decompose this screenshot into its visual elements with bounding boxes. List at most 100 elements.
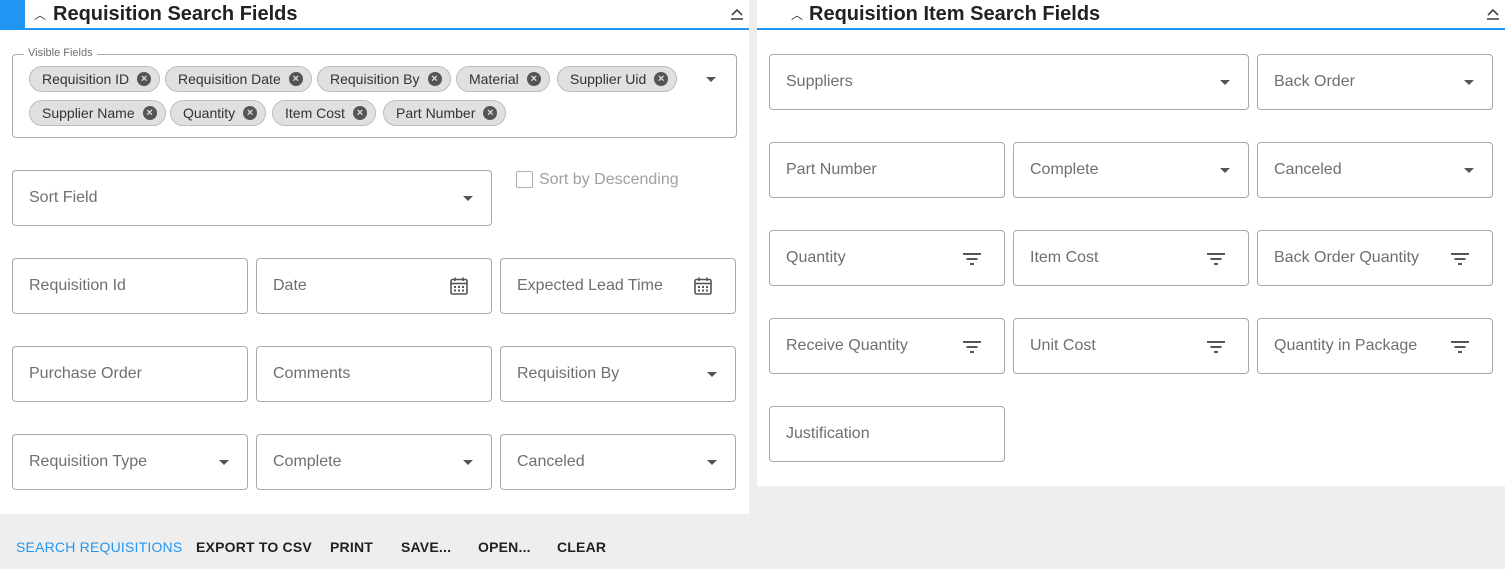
purchase-order-field[interactable]: Purchase Order (12, 346, 248, 402)
quantity-in-package-field[interactable]: Quantity in Package (1257, 318, 1493, 374)
field-label: Unit Cost (1030, 337, 1096, 354)
sort-descending-checkbox[interactable] (516, 171, 533, 188)
chip-label: Part Number (396, 105, 476, 121)
close-icon[interactable]: × (526, 72, 541, 86)
field-label: Requisition By (517, 365, 620, 382)
panel-accent-bar (0, 0, 25, 28)
back-order-quantity-field[interactable]: Back Order Quantity (1257, 230, 1493, 286)
filter-icon[interactable] (1206, 249, 1226, 269)
close-icon[interactable]: × (483, 106, 498, 120)
close-icon[interactable]: × (352, 106, 367, 120)
requisition-type-select[interactable]: Requisition Type (12, 434, 248, 490)
canceled-select[interactable]: Canceled (500, 434, 736, 490)
filter-icon[interactable] (962, 337, 982, 357)
filter-icon[interactable] (1450, 337, 1470, 357)
date-field[interactable]: Date (256, 258, 492, 314)
requisition-id-field[interactable]: Requisition Id (12, 258, 248, 314)
close-icon[interactable]: × (142, 106, 157, 120)
sort-field-select[interactable]: Sort Field (12, 170, 492, 226)
field-label: Suppliers (786, 73, 853, 90)
chip-supplier-uid[interactable]: Supplier Uid × (557, 66, 678, 92)
canceled-select[interactable]: Canceled (1257, 142, 1493, 198)
field-label: Expected Lead Time (517, 277, 663, 294)
field-label: Justification (786, 425, 870, 442)
chip-label: Supplier Name (42, 105, 135, 121)
suppliers-select[interactable]: Suppliers (769, 54, 1249, 110)
visible-fields-select[interactable]: Visible Fields Requisition ID × Requisiti… (12, 47, 737, 138)
field-label: Date (273, 277, 307, 294)
expected-lead-time-field[interactable]: Expected Lead Time (500, 258, 736, 314)
chevron-down-icon (1220, 80, 1230, 85)
requisition-search-panel: ︿ Requisition Search Fields Visible Fiel… (0, 0, 749, 514)
back-order-select[interactable]: Back Order (1257, 54, 1493, 110)
minimize-icon[interactable] (729, 6, 745, 22)
panel-title: Requisition Item Search Fields (809, 3, 1101, 25)
field-label: Requisition Id (29, 277, 126, 294)
export-csv-button[interactable]: EXPORT TO CSV (196, 539, 312, 555)
chip-item-cost[interactable]: Item Cost × (272, 100, 376, 126)
field-label: Complete (273, 453, 342, 470)
panel-header: ︿ Requisition Item Search Fields (757, 0, 1505, 30)
field-label: Complete (1030, 161, 1099, 178)
chip-material[interactable]: Material × (456, 66, 550, 92)
unit-cost-field[interactable]: Unit Cost (1013, 318, 1249, 374)
close-icon[interactable]: × (427, 72, 442, 86)
field-label: Quantity (786, 249, 846, 266)
filter-icon[interactable] (1206, 337, 1226, 357)
quantity-field[interactable]: Quantity (769, 230, 1005, 286)
part-number-field[interactable]: Part Number (769, 142, 1005, 198)
search-requisitions-button[interactable]: SEARCH REQUISITIONS (16, 539, 182, 555)
minimize-icon[interactable] (1485, 6, 1501, 22)
calendar-icon[interactable] (693, 276, 713, 296)
justification-field[interactable]: Justification (769, 406, 1005, 462)
panel-title: Requisition Search Fields (53, 3, 298, 25)
save-button[interactable]: SAVE... (401, 539, 451, 555)
field-label: Canceled (1274, 161, 1342, 178)
field-label: Requisition Type (29, 453, 147, 470)
print-button[interactable]: PRINT (330, 539, 373, 555)
field-label: Part Number (786, 161, 877, 178)
filter-icon[interactable] (962, 249, 982, 269)
chevron-down-icon (1464, 80, 1474, 85)
item-cost-field[interactable]: Item Cost (1013, 230, 1249, 286)
comments-field[interactable]: Comments (256, 346, 492, 402)
field-label: Purchase Order (29, 365, 142, 382)
field-label: Comments (273, 365, 351, 382)
complete-select[interactable]: Complete (256, 434, 492, 490)
chevron-down-icon (463, 196, 473, 201)
field-label: Back Order (1274, 73, 1355, 90)
field-label: Item Cost (1030, 249, 1099, 266)
requisition-item-search-panel: ︿ Requisition Item Search Fields Supplie… (757, 0, 1505, 486)
chip-label: Requisition ID (42, 71, 130, 87)
calendar-icon[interactable] (449, 276, 469, 296)
receive-quantity-field[interactable]: Receive Quantity (769, 318, 1005, 374)
clear-button[interactable]: CLEAR (557, 539, 606, 555)
close-icon[interactable]: × (288, 72, 303, 86)
filter-icon[interactable] (1450, 249, 1470, 269)
chip-label: Item Cost (285, 105, 345, 121)
chevron-down-icon[interactable] (706, 77, 716, 82)
field-label: Quantity in Package (1274, 337, 1418, 354)
chip-requisition-by[interactable]: Requisition By × (317, 66, 451, 92)
chip-requisition-date[interactable]: Requisition Date × (165, 66, 312, 92)
chip-supplier-name[interactable]: Supplier Name × (29, 100, 166, 126)
chevron-up-icon[interactable]: ︿ (34, 6, 46, 23)
close-icon[interactable]: × (243, 106, 258, 120)
chip-part-number[interactable]: Part Number × (383, 100, 507, 126)
chevron-down-icon (707, 372, 717, 377)
field-label: Sort Field (29, 189, 98, 206)
chevron-up-icon[interactable]: ︿ (791, 6, 803, 23)
close-icon[interactable]: × (654, 72, 669, 86)
chip-quantity[interactable]: Quantity × (170, 100, 267, 126)
chevron-down-icon (1464, 168, 1474, 173)
chip-requisition-id[interactable]: Requisition ID × (29, 66, 161, 92)
chip-label: Supplier Uid (570, 71, 647, 87)
complete-select[interactable]: Complete (1013, 142, 1249, 198)
open-button[interactable]: OPEN... (478, 539, 531, 555)
chevron-down-icon (219, 460, 229, 465)
close-icon[interactable]: × (137, 72, 152, 86)
panel-header: ︿ Requisition Search Fields (0, 0, 749, 30)
chip-label: Quantity (183, 105, 236, 121)
requisition-by-select[interactable]: Requisition By (500, 346, 736, 402)
chevron-down-icon (463, 460, 473, 465)
